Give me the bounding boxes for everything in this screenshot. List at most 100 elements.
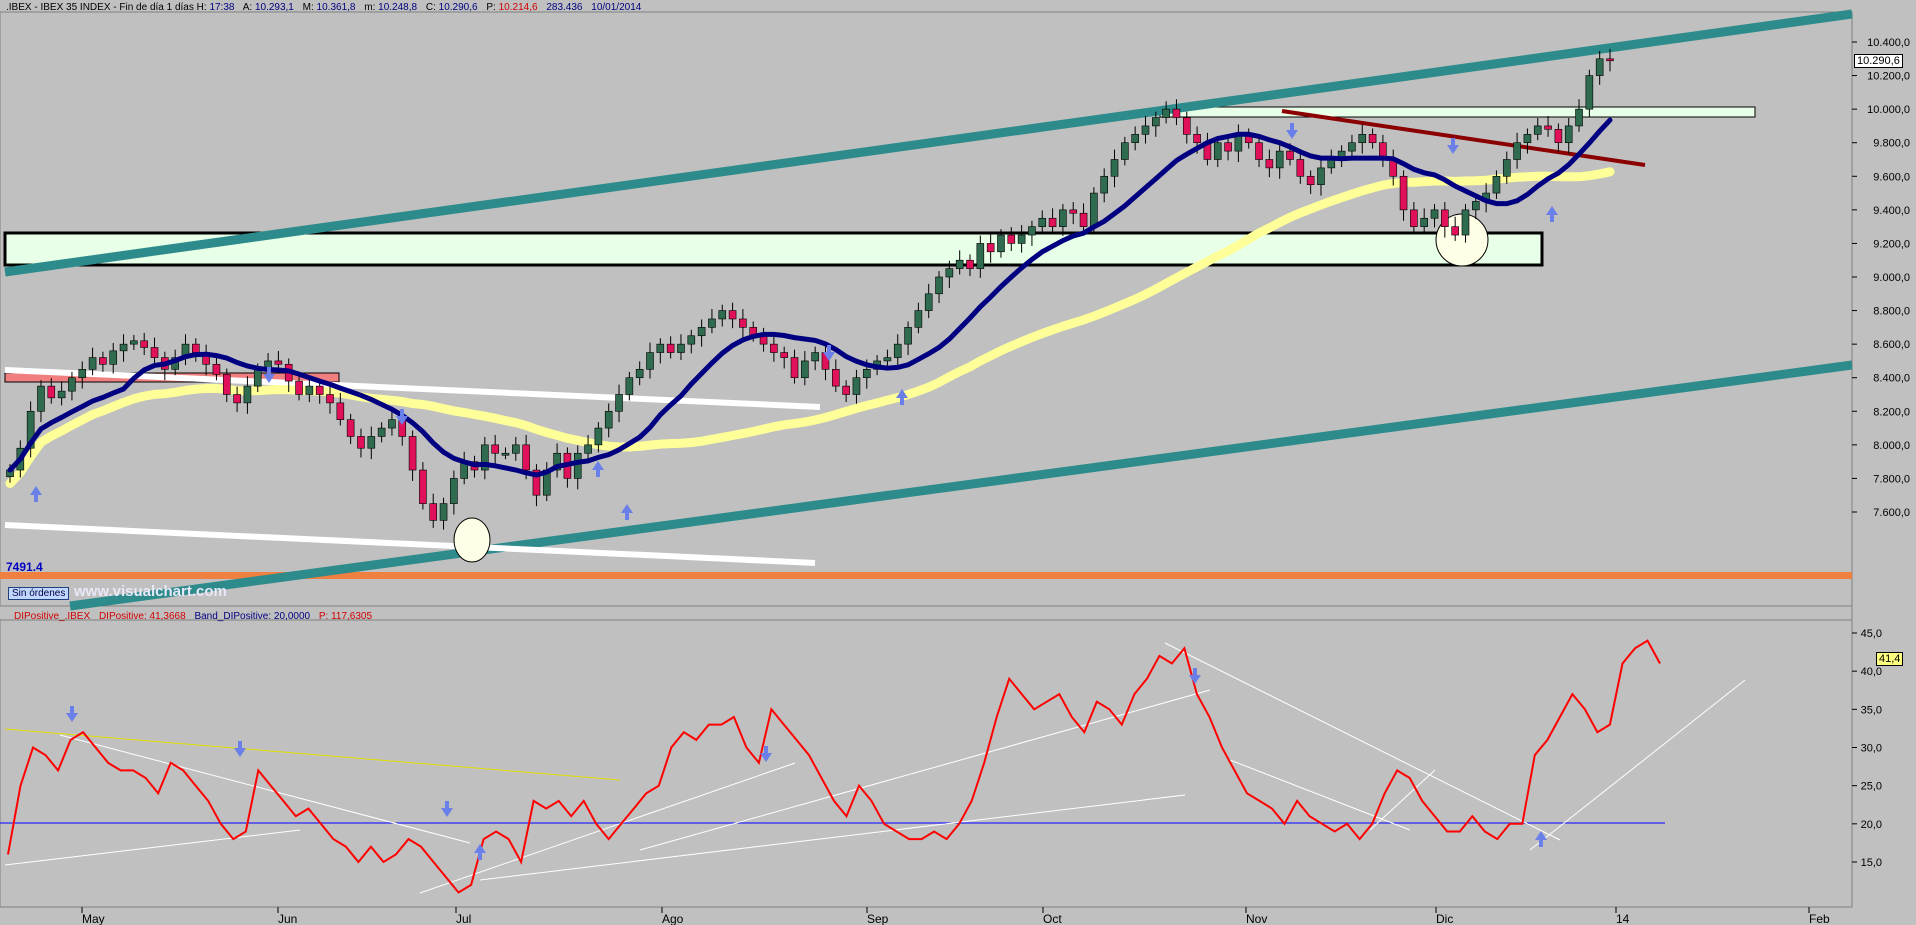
candle-body	[1182, 117, 1191, 135]
candle-body	[883, 357, 892, 362]
candle-body	[1141, 125, 1150, 135]
candle-body	[1492, 175, 1501, 194]
candle-body	[78, 369, 87, 379]
candle-body	[346, 419, 355, 437]
candle-body	[625, 377, 634, 395]
candle-body	[811, 352, 819, 362]
last-price-tag: 10.290,6	[1854, 54, 1903, 68]
time-tick-label: Jun	[278, 912, 297, 925]
candle-body	[1100, 175, 1108, 194]
candle-body	[1265, 159, 1274, 169]
candle-body	[666, 343, 675, 353]
candle-body	[1523, 134, 1532, 144]
candle-body	[1152, 117, 1160, 127]
candle-body	[780, 352, 788, 358]
candle-body	[336, 402, 345, 420]
candle-body	[130, 340, 138, 345]
candle-body	[357, 436, 365, 449]
price-axis: 10.400,0 10.200,0 10.000,0 9.800,0 9.600,0 9.…	[1852, 37, 1910, 869]
candle-body	[1255, 142, 1263, 160]
orders-button[interactable]: Sin órdenes	[8, 587, 70, 600]
candle-body	[677, 343, 685, 353]
price-tick-label: 10.200,0	[1867, 71, 1910, 83]
candle-body	[419, 469, 427, 504]
candle-body	[615, 394, 623, 412]
chart-header: .IBEX - IBEX 35 INDEX - Fin de día 1 día…	[6, 2, 642, 13]
candle-body	[192, 343, 200, 353]
time-tick-label: Sep	[867, 912, 889, 925]
candle-body	[315, 385, 324, 395]
price-tick-label: 10.000,0	[1867, 104, 1910, 116]
candle-body	[1317, 167, 1325, 185]
candle-body	[1213, 142, 1222, 160]
candle-body	[862, 369, 871, 379]
time-tick-label: 14	[1616, 912, 1630, 925]
indicator-tick-label: 25,0	[1861, 781, 1882, 793]
price-tick-label: 8.400,0	[1873, 373, 1910, 385]
candle-body	[1564, 125, 1573, 144]
candle-body	[512, 444, 520, 454]
circle-marker-jul	[453, 517, 491, 563]
price-tick-label: 8.000,0	[1873, 440, 1910, 452]
candle-body	[222, 374, 231, 395]
candle-body	[253, 369, 262, 387]
candle-body	[1162, 108, 1170, 118]
last-indicator-tag: 41,4	[1876, 652, 1904, 666]
candle-body	[604, 410, 613, 429]
candle-body	[37, 385, 45, 412]
candle-body	[1193, 134, 1201, 144]
price-tick-label: 9.200,0	[1873, 238, 1910, 250]
candle-body	[1017, 234, 1026, 244]
candle-body	[1399, 175, 1408, 211]
candle-body	[770, 343, 778, 353]
time-tick-label: Feb	[1809, 912, 1830, 925]
candle-body	[491, 444, 499, 454]
candle-body	[1544, 125, 1552, 130]
candle-body	[1585, 75, 1594, 110]
candle-body	[1059, 209, 1067, 227]
price-tick-label: 8.600,0	[1873, 339, 1910, 351]
candle-body	[1028, 226, 1036, 236]
candle-body	[893, 343, 902, 358]
candle-body	[801, 360, 809, 379]
candle-body	[1275, 150, 1284, 169]
time-tick-label: May	[82, 912, 105, 925]
price-tick-label: 7.800,0	[1873, 473, 1910, 485]
candle-body	[522, 444, 530, 471]
candle-body	[1533, 125, 1542, 135]
candle-body	[408, 436, 417, 471]
candle-body	[1224, 142, 1232, 152]
candle-body	[997, 234, 1005, 253]
candle-body	[1502, 159, 1511, 177]
price-tick-label: 9.000,0	[1873, 272, 1910, 284]
candle-body	[1131, 134, 1139, 144]
price-tick-label: 9.800,0	[1873, 138, 1910, 150]
resistance-band	[1159, 106, 1756, 118]
indicator-header: DIPositive_.IBEX DIPositive: 41,3668 Ban…	[14, 611, 373, 622]
candle-body	[243, 385, 252, 404]
time-tick-label: Dic	[1436, 912, 1453, 925]
candle-body	[305, 385, 314, 395]
candle-body	[150, 347, 159, 358]
low-label: 7491.4	[6, 560, 43, 574]
candle-body	[1575, 108, 1583, 127]
candle-body	[832, 369, 840, 387]
volume-value: 283.436	[546, 2, 583, 13]
candle-body	[326, 394, 334, 404]
candle-body	[1461, 209, 1470, 236]
candle-body	[646, 352, 654, 370]
candle-body	[1286, 150, 1294, 160]
candle-body	[914, 310, 923, 328]
indicator-tick-label: 30,0	[1861, 743, 1882, 755]
candle-body	[1554, 128, 1563, 144]
candle-body	[68, 377, 76, 392]
candle-body	[119, 343, 128, 352]
candle-body	[450, 478, 458, 504]
candle-body	[109, 350, 118, 365]
indicator-tick-label: 35,0	[1861, 704, 1882, 716]
time-axis: May Jun Jul Ago Sep Oct Nov Dic 14 Feb	[81, 907, 1830, 925]
candle-body	[1595, 58, 1604, 76]
candle-body	[955, 259, 964, 269]
candle-body	[429, 503, 438, 521]
candle-body	[687, 335, 696, 345]
